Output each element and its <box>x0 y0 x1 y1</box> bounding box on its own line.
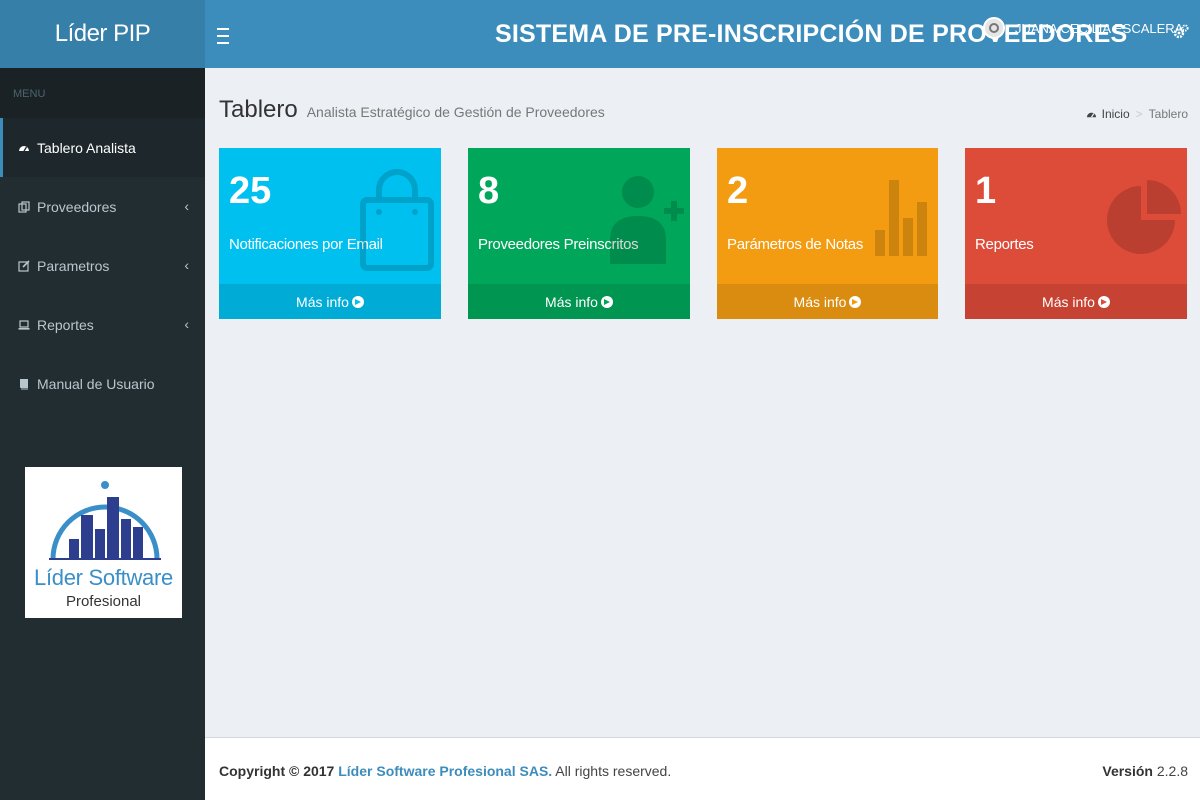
user-menu[interactable]: JUANA CECILIA ESCALERA <box>983 17 1183 39</box>
pie-chart-icon <box>1107 180 1181 254</box>
app-logo[interactable]: Líder PIP <box>0 0 205 68</box>
more-info-link[interactable]: Más info <box>965 284 1187 319</box>
more-info-link[interactable]: Más info <box>219 284 441 319</box>
chevron-left-icon: ‹ <box>184 257 189 273</box>
arrow-circle-right-icon <box>849 295 862 308</box>
edit-icon <box>18 259 30 272</box>
logo-text: Líder Software <box>34 565 173 590</box>
rights-text: All rights reserved. <box>555 763 672 779</box>
bar-chart-icon <box>875 180 927 256</box>
arrow-circle-right-icon <box>351 295 364 308</box>
more-info-label: Más info <box>793 293 847 310</box>
more-info-label: Más info <box>1042 293 1095 310</box>
menu-header: MENU <box>0 68 205 118</box>
company-logo: Líder Software Profesional <box>25 467 182 618</box>
sidebar-item-label: Proveedores <box>37 198 117 215</box>
shopping-bag-icon <box>360 169 434 271</box>
version-info: Versión 2.2.8 <box>1102 763 1188 779</box>
info-box-parametros: 2 Parámetros de Notas Más info <box>717 148 938 319</box>
copyright-text: Copyright © 2017 <box>219 763 335 779</box>
company-logo-graphic <box>49 481 161 560</box>
content-subtitle: Analista Estratégico de Gestión de Prove… <box>306 104 605 120</box>
user-name: JUANA CECILIA ESCALERA <box>1015 20 1184 36</box>
dashboard-icon <box>19 145 29 151</box>
sidebar-item-parametros[interactable]: Parametros ‹ <box>0 236 205 295</box>
more-info-label: Más info <box>545 293 598 310</box>
more-info-label: Más info <box>296 293 349 310</box>
box-label: Parámetros de Notas <box>727 236 864 253</box>
sidebar-item-reportes[interactable]: Reportes ‹ <box>0 295 205 354</box>
sidebar-item-label: Manual de Usuario <box>37 375 155 392</box>
copyright: Copyright © 2017 Líder Software Profesio… <box>219 763 671 779</box>
version-number: 2.2.8 <box>1156 763 1188 779</box>
content-header: Tablero Analista Estratégico de Gestión … <box>219 96 605 124</box>
info-box-proveedores: 8 Proveedores Preinscritos Más info <box>468 148 690 319</box>
breadcrumb-separator: > <box>1135 107 1143 121</box>
sidebar-item-proveedores[interactable]: Proveedores ‹ <box>0 177 205 236</box>
box-number: 2 <box>727 170 749 212</box>
sidebar-toggle-icon[interactable] <box>217 22 233 46</box>
box-number: 25 <box>229 170 272 212</box>
user-plus-icon <box>610 176 684 264</box>
sidebar-item-label: Tablero Analista <box>37 139 136 156</box>
arrow-circle-right-icon <box>600 295 613 308</box>
info-box-reportes: 1 Reportes Más info <box>965 148 1187 319</box>
sidebar-item-label: Parametros <box>37 257 110 274</box>
arrow-circle-right-icon <box>1097 295 1110 308</box>
breadcrumb-home-link[interactable]: Inicio <box>1102 107 1130 121</box>
book-icon <box>20 378 28 389</box>
logo-subtext: Profesional <box>65 593 142 610</box>
content-title: Tablero <box>219 96 298 123</box>
sidebar-item-label: Reportes <box>37 316 94 333</box>
chevron-left-icon: ‹ <box>184 316 189 332</box>
breadcrumb-current: Tablero <box>1148 107 1188 121</box>
sidebar-item-tablero-analista[interactable]: Tablero Analista <box>0 118 205 177</box>
gears-icon[interactable] <box>1173 24 1189 40</box>
version-label: Versión <box>1102 763 1153 779</box>
avatar <box>983 17 1005 39</box>
box-number: 8 <box>478 170 500 212</box>
box-label: Reportes <box>975 236 1034 253</box>
main-footer: Copyright © 2017 Líder Software Profesio… <box>205 737 1200 800</box>
clone-icon <box>18 200 30 213</box>
top-navbar: SISTEMA DE PRE-INSCRIPCIÓN DE PROVEEDORE… <box>205 0 1200 68</box>
more-info-link[interactable]: Más info <box>717 284 938 319</box>
info-box-notificaciones: 25 Notificaciones por Email Más info <box>219 148 441 319</box>
breadcrumb: Inicio > Tablero <box>1086 107 1188 121</box>
laptop-icon <box>18 319 30 330</box>
box-number: 1 <box>975 170 997 212</box>
company-link[interactable]: Líder Software Profesional SAS. <box>338 763 552 779</box>
more-info-link[interactable]: Más info <box>468 284 690 319</box>
sidebar: MENU Tablero Analista Proveedores ‹ Para… <box>0 68 205 800</box>
sidebar-item-manual-de-usuario[interactable]: Manual de Usuario <box>0 354 205 413</box>
chevron-left-icon: ‹ <box>184 198 189 214</box>
dashboard-icon <box>1086 112 1096 118</box>
